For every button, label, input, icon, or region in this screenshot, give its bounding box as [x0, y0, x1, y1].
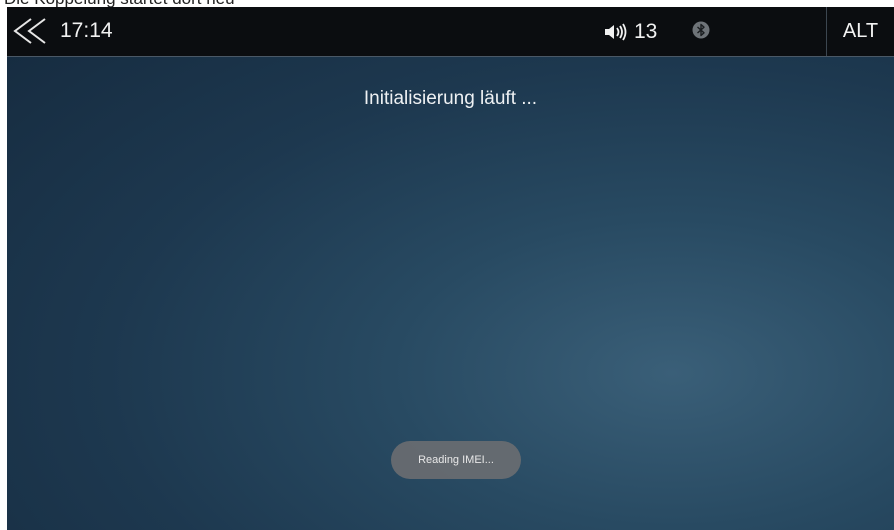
status-bar: 17:14 13 ALT — [7, 7, 894, 57]
speaker-icon — [605, 23, 627, 41]
back-button[interactable] — [11, 16, 51, 46]
toast-message: Reading IMEI... — [391, 441, 521, 479]
initialization-status-text: Initialisierung läuft ... — [363, 88, 538, 109]
double-chevron-left-icon — [13, 18, 46, 44]
alt-button[interactable]: ALT — [827, 7, 894, 56]
bluetooth-icon — [692, 21, 710, 39]
volume-level: 13 — [634, 20, 658, 43]
clock-time: 17:14 — [60, 19, 113, 42]
page: Die Koppelung startet dort neu 17:14 13 — [0, 0, 894, 530]
head-unit-screen: 17:14 13 ALT Initialisierung läuft ... R… — [7, 7, 894, 530]
volume-indicator[interactable]: 13 — [603, 19, 657, 45]
